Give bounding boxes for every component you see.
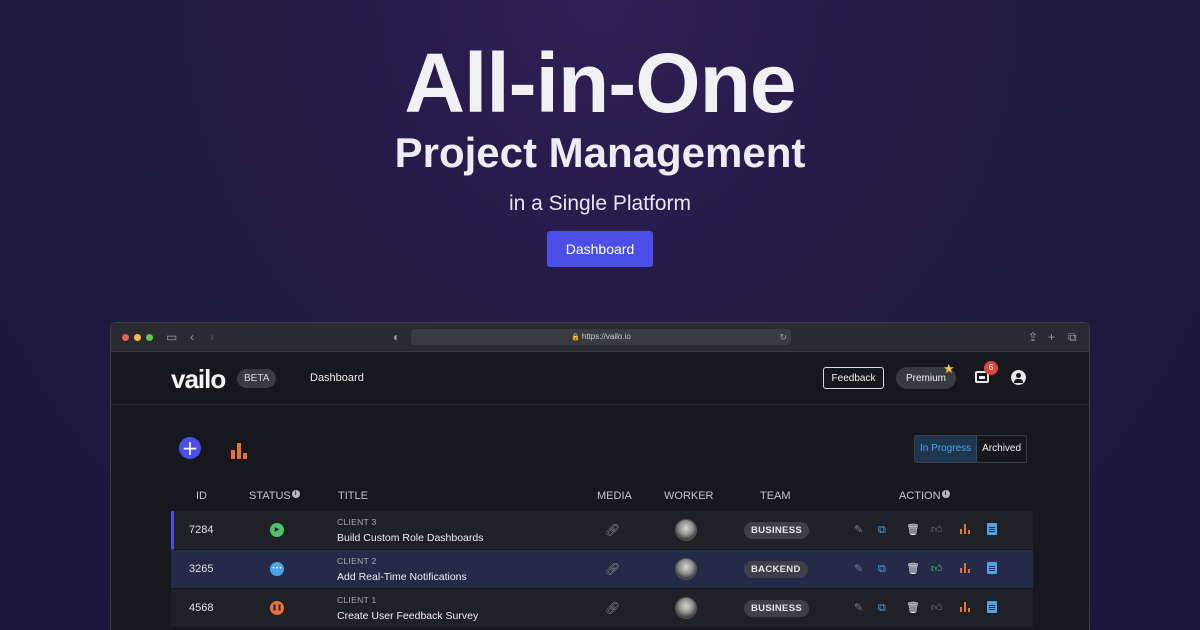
share-icon[interactable]: ⇪: [1028, 329, 1038, 345]
link-icon[interactable]: 🔗︎: [605, 562, 620, 576]
close-window-icon[interactable]: [122, 334, 129, 341]
inbox-count-badge: 6: [984, 361, 998, 375]
sidebar-toggle-icon[interactable]: ▭: [166, 329, 177, 345]
team-badge: BUSINESS: [744, 600, 809, 617]
header-team: TEAM: [760, 490, 791, 502]
hero-title: All-in-One: [404, 36, 796, 130]
lock-icon: 🔒: [571, 334, 580, 341]
edit-icon[interactable]: ✎: [854, 562, 863, 576]
app-logo[interactable]: vailo: [171, 364, 226, 395]
star-icon: ★: [943, 361, 955, 376]
table-toolbar: + In Progress Archived: [111, 405, 1089, 485]
stats-icon[interactable]: [960, 523, 971, 534]
maximize-window-icon[interactable]: [146, 334, 153, 341]
stats-icon[interactable]: [960, 562, 971, 573]
tab-archived[interactable]: Archived: [977, 436, 1027, 462]
tab-in-progress[interactable]: In Progress: [915, 436, 978, 462]
stats-icon[interactable]: [960, 601, 971, 612]
approve-icon[interactable]: 👍︎: [931, 562, 943, 576]
shield-icon: ◐: [393, 330, 401, 344]
info-icon[interactable]: i: [291, 490, 300, 498]
hero-tagline: in a Single Platform: [508, 192, 692, 215]
hero-subtitle: Project Management: [394, 129, 806, 176]
minimize-window-icon[interactable]: [134, 334, 141, 341]
browser-chrome: ▭ ‹ › ◐ 🔒 https://vailo.io ↻ ⇪ + ⧉: [111, 323, 1089, 352]
copy-icon[interactable]: ⧉: [878, 601, 886, 615]
header-media: MEDIA: [597, 490, 632, 502]
task-title[interactable]: Build Custom Role Dashboards: [337, 532, 484, 544]
table-header: ID STATUS i TITLE MEDIA WORKER TEAM ACTIO…: [111, 485, 1089, 513]
document-icon[interactable]: [987, 523, 997, 535]
link-icon[interactable]: 🔗︎: [605, 601, 620, 615]
copy-icon[interactable]: ⧉: [878, 562, 886, 576]
delete-icon[interactable]: 🗑︎: [906, 601, 920, 615]
task-title[interactable]: Add Real-Time Notifications: [337, 571, 467, 583]
task-table-body: 7284 ▶ CLIENT 3 Build Custom Role Dashbo…: [171, 511, 1033, 628]
delete-icon[interactable]: 🗑︎: [906, 523, 920, 537]
reload-icon[interactable]: ↻: [779, 329, 787, 345]
url-text: https://vailo.io: [581, 332, 631, 341]
account-icon[interactable]: [1011, 370, 1026, 385]
status-filter-toggle: In Progress Archived: [914, 435, 1028, 463]
header-title: TITLE: [338, 490, 368, 502]
url-bar[interactable]: 🔒 https://vailo.io ↻: [411, 329, 791, 345]
forward-arrow-icon[interactable]: ›: [210, 329, 214, 345]
back-arrow-icon[interactable]: ‹: [190, 329, 194, 345]
beta-badge: BETA: [237, 369, 277, 388]
client-name: CLIENT 3: [337, 517, 377, 527]
task-id: 3265: [189, 563, 214, 575]
task-title[interactable]: Create User Feedback Survey: [337, 610, 478, 622]
table-row[interactable]: 4568 ❚❚ CLIENT 1 Create User Feedback Su…: [171, 589, 1033, 628]
feedback-button[interactable]: Feedback: [823, 367, 884, 389]
document-icon[interactable]: [987, 562, 997, 574]
task-id: 4568: [189, 602, 214, 614]
browser-window: ▭ ‹ › ◐ 🔒 https://vailo.io ↻ ⇪ + ⧉ vailo …: [110, 322, 1090, 630]
approve-icon[interactable]: 👍︎: [931, 523, 943, 537]
table-row[interactable]: 3265 ••• CLIENT 2 Add Real-Time Notifica…: [171, 550, 1033, 589]
approve-icon[interactable]: 👍︎: [931, 601, 943, 615]
edit-icon[interactable]: ✎: [854, 601, 863, 615]
document-icon[interactable]: [987, 601, 997, 613]
worker-avatar[interactable]: [675, 597, 697, 619]
worker-avatar[interactable]: [675, 558, 697, 580]
play-status-icon[interactable]: ▶: [270, 523, 284, 537]
header-id: ID: [196, 490, 207, 502]
app-header: vailo BETA Dashboard Feedback Premium ★ …: [111, 352, 1089, 405]
new-tab-icon[interactable]: +: [1048, 329, 1055, 345]
pause-status-icon[interactable]: ❚❚: [270, 601, 284, 615]
team-badge: BUSINESS: [744, 522, 809, 539]
stats-chart-icon[interactable]: [231, 439, 251, 459]
table-row[interactable]: 7284 ▶ CLIENT 3 Build Custom Role Dashbo…: [171, 511, 1033, 550]
header-action: ACTION i: [899, 490, 950, 502]
client-name: CLIENT 2: [337, 556, 377, 566]
info-icon[interactable]: i: [941, 490, 950, 498]
nav-dashboard-link[interactable]: Dashboard: [310, 372, 364, 384]
pending-status-icon[interactable]: •••: [270, 562, 284, 576]
header-worker: WORKER: [664, 490, 714, 502]
delete-icon[interactable]: 🗑︎: [906, 562, 920, 576]
copy-icon[interactable]: ⧉: [878, 523, 886, 537]
tabs-overview-icon[interactable]: ⧉: [1068, 329, 1077, 345]
hero-dashboard-button[interactable]: Dashboard: [547, 231, 653, 267]
header-status: STATUS i: [249, 490, 300, 502]
edit-icon[interactable]: ✎: [854, 523, 863, 537]
add-task-button[interactable]: +: [179, 437, 201, 459]
link-icon[interactable]: 🔗︎: [605, 523, 620, 537]
task-id: 7284: [189, 524, 214, 536]
client-name: CLIENT 1: [337, 595, 377, 605]
worker-avatar[interactable]: [675, 519, 697, 541]
team-badge: BACKEND: [744, 561, 808, 578]
